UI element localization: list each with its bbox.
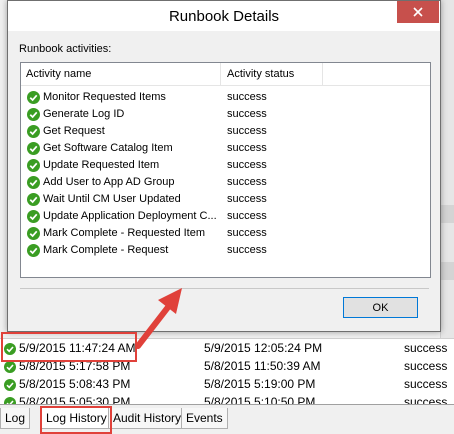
dialog-divider (20, 288, 429, 289)
list-item[interactable]: Wait Until CM User Updated success (21, 191, 430, 208)
runbook-details-dialog: Runbook Details Runbook activities: Acti… (7, 0, 441, 332)
tab-audit-history[interactable]: Audit History (108, 408, 187, 429)
success-check-icon (27, 108, 40, 121)
highlight-box-log-history-tab (40, 406, 112, 434)
activity-status: success (227, 159, 267, 171)
tab-events[interactable]: Events (181, 408, 228, 429)
list-item[interactable]: Mark Complete - Request success (21, 242, 430, 259)
close-button[interactable] (397, 1, 439, 23)
activity-name: Update Requested Item (43, 159, 160, 171)
background-panel-tab (441, 262, 454, 280)
column-header-activity-name[interactable]: Activity name (26, 68, 91, 80)
activity-name: Monitor Requested Items (43, 91, 166, 103)
activity-name: Mark Complete - Requested Item (43, 227, 206, 239)
activity-status: success (227, 108, 267, 120)
history-end-time: 5/8/2015 11:50:39 AM (204, 359, 321, 373)
history-status: success (404, 377, 448, 391)
success-check-icon (27, 193, 40, 206)
highlight-box-start-time (1, 332, 137, 362)
success-check-icon (4, 379, 16, 391)
success-check-icon (27, 142, 40, 155)
activities-list[interactable]: Activity name Activity status Monitor Re… (20, 62, 431, 278)
ok-button[interactable]: OK (343, 297, 418, 318)
list-item[interactable]: Get Software Catalog Item success (21, 140, 430, 157)
success-check-icon (27, 210, 40, 223)
column-header-activity-status[interactable]: Activity status (227, 68, 294, 80)
success-check-icon (27, 125, 40, 138)
list-item[interactable]: Update Application Deployment C... succe… (21, 208, 430, 225)
activity-status: success (227, 193, 267, 205)
activity-name: Get Software Catalog Item (43, 142, 173, 154)
history-status: success (404, 341, 448, 355)
history-end-time: 5/8/2015 5:19:00 PM (204, 377, 316, 391)
activity-status: success (227, 125, 267, 137)
dialog-titlebar[interactable]: Runbook Details (8, 1, 440, 31)
annotation-arrow-icon (135, 288, 182, 349)
list-header: Activity name Activity status (21, 63, 430, 86)
success-check-icon (27, 227, 40, 240)
activity-status: success (227, 244, 267, 256)
history-end-time: 5/9/2015 12:05:24 PM (204, 341, 323, 355)
activity-name: Generate Log ID (43, 108, 125, 120)
activity-name: Add User to App AD Group (43, 176, 175, 188)
close-icon (413, 7, 423, 17)
success-check-icon (4, 361, 16, 373)
activity-name: Update Application Deployment C... (43, 210, 217, 222)
dialog-title: Runbook Details (168, 8, 280, 25)
list-item[interactable]: Update Requested Item success (21, 157, 430, 174)
list-item[interactable]: Add User to App AD Group success (21, 174, 430, 191)
activity-status: success (227, 142, 267, 154)
background-panel-tab (441, 205, 454, 223)
success-check-icon (27, 91, 40, 104)
activity-status: success (227, 227, 267, 239)
background-scroll-strip (440, 0, 454, 340)
tab-log[interactable]: Log (0, 408, 31, 429)
success-check-icon (27, 176, 40, 189)
list-item[interactable]: Generate Log ID success (21, 106, 430, 123)
success-check-icon (27, 244, 40, 257)
success-check-icon (27, 159, 40, 172)
activity-name: Mark Complete - Request (43, 244, 169, 256)
activity-name: Get Request (43, 125, 105, 137)
activity-status: success (227, 210, 267, 222)
list-item[interactable]: Monitor Requested Items success (21, 89, 430, 106)
list-item[interactable]: Get Request success (21, 123, 430, 140)
activity-status: success (227, 91, 267, 103)
table-row[interactable]: 5/8/2015 5:08:43 PM 5/8/2015 5:19:00 PM … (0, 376, 454, 393)
list-item[interactable]: Mark Complete - Requested Item success (21, 225, 430, 242)
history-status: success (404, 359, 448, 373)
activity-name: Wait Until CM User Updated (43, 193, 181, 205)
runbook-activities-label: Runbook activities: (19, 43, 112, 55)
activity-status: success (227, 176, 267, 188)
history-start-time: 5/8/2015 5:08:43 PM (19, 377, 131, 391)
